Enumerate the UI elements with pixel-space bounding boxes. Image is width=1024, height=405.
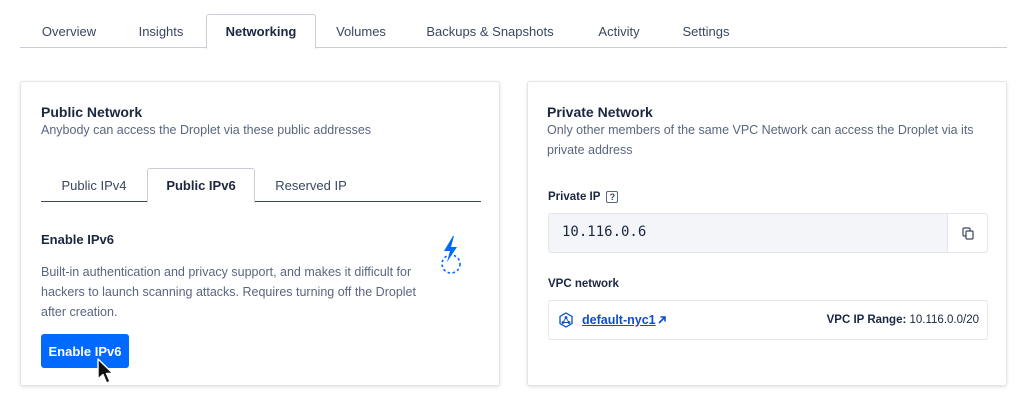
vpc-network-icon [559,312,573,328]
help-icon[interactable]: ? [606,191,619,203]
vpc-ip-range-label: VPC IP Range: [826,314,907,326]
ip-tabs: Public IPv4 Public IPv6 Reserved IP [41,168,481,203]
tab-activity[interactable]: Activity [576,14,662,48]
lightning-bolt-icon [441,236,461,274]
tab-backups-snapshots[interactable]: Backups & Snapshots [410,14,570,48]
tab-networking[interactable]: Networking [206,14,316,49]
tab-volumes[interactable]: Volumes [316,14,406,48]
droplet-tabs: Overview Insights Networking Volumes Bac… [20,14,1007,49]
tab-reserved-ip[interactable]: Reserved IP [255,168,367,202]
private-ip-field: 10.116.0.6 [548,213,988,253]
mouse-cursor-icon [97,358,114,384]
copy-icon [961,226,974,240]
private-ip-value[interactable]: 10.116.0.6 [562,224,646,240]
public-network-subtitle: Anybody can access the Droplet via these… [41,123,372,137]
private-network-subtitle: Only other members of the same VPC Netwo… [547,123,974,157]
tab-settings[interactable]: Settings [664,14,748,48]
enable-ipv6-description: Built-in authentication and privacy supp… [41,265,416,319]
vpc-network-link[interactable]: default-nyc1 [582,313,656,327]
private-network-card: Private Network Only other members of th… [527,81,1007,386]
vpc-network-label: VPC network [548,278,619,290]
public-network-card: Public Network Anybody can access the Dr… [20,81,500,386]
tab-overview[interactable]: Overview [20,14,118,48]
private-ip-label-row: Private IP? [548,191,619,204]
tab-public-ipv6[interactable]: Public IPv6 [147,168,255,203]
private-network-title: Private Network [547,104,653,120]
private-ip-label: Private IP [548,191,601,204]
vpc-ip-range-value: 10.116.0.0/20 [909,314,980,326]
public-network-title: Public Network [41,104,143,120]
tab-public-ipv4[interactable]: Public IPv4 [41,168,147,202]
vpc-network-row: default-nyc1 VPC IP Range: 10.116.0.0/20 [548,300,988,340]
external-link-icon[interactable] [657,315,667,325]
copy-button[interactable] [947,214,987,252]
vpc-ip-range: VPC IP Range: 10.116.0.0/20 [827,314,979,326]
tab-insights[interactable]: Insights [118,14,204,48]
enable-ipv6-title: Enable IPv6 [41,232,114,247]
